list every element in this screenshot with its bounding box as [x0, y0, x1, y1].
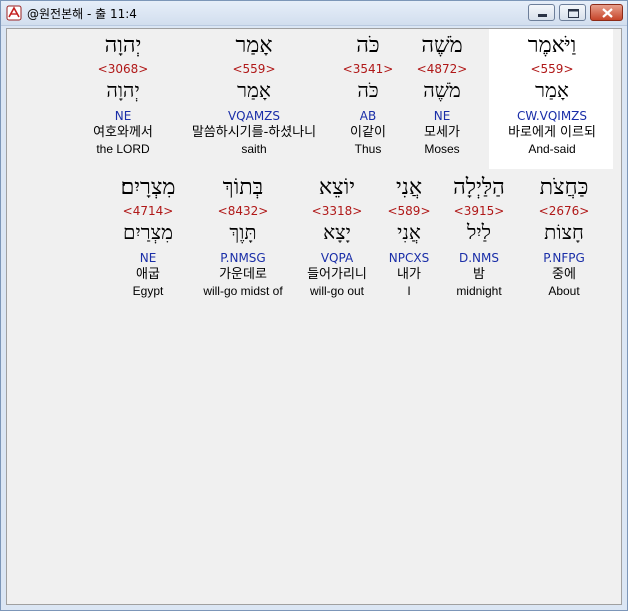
english-gloss: Egypt [132, 284, 164, 298]
minimize-button[interactable] [528, 4, 555, 21]
interlinear-view[interactable]: וַיֹּאמֶר <559> אָמַר CW.VQIMZS 바로에게 이르되… [6, 28, 622, 605]
word-cell-1-4[interactable]: אָמַר <559> אָמַר VQAMZS 말씀하시기를-하셨나니 sai… [189, 33, 319, 157]
close-button[interactable] [590, 4, 623, 21]
english-gloss: the LORD [96, 142, 150, 156]
hebrew-word: כֹּה [356, 33, 380, 58]
hebrew-word: אָמַר [235, 33, 273, 58]
lexical-form: יְהוָה [106, 78, 140, 102]
morphology-code: NE [139, 251, 157, 265]
morphology-code: AB [359, 109, 377, 123]
app-logo-icon [6, 5, 22, 21]
app-window: @원전본해 - 출 11:4 וַיֹּאמֶר <559> אָמַר CW.… [0, 0, 628, 611]
morphology-code: NE [114, 109, 132, 123]
korean-gloss: 여호와께서 [93, 125, 153, 140]
lexical-form: אָמַר [237, 78, 271, 102]
english-gloss: saith [241, 142, 267, 156]
title-bar[interactable]: @원전본해 - 출 11:4 [1, 1, 627, 26]
lexical-form: כֹּה [357, 78, 379, 102]
word-cell-2-6[interactable]: מִצְרָיִם׃ <4714> מִצְרַיִם NE 애굽 Egypt [83, 175, 213, 299]
maximize-icon [568, 9, 579, 18]
lexical-form: מִצְרַיִם [123, 220, 173, 244]
maximize-button[interactable] [559, 4, 586, 21]
window-title: @원전본해 - 출 11:4 [27, 7, 137, 21]
strong-number: <4714> [122, 204, 174, 218]
hebrew-word: יְהוָה [104, 33, 142, 58]
close-icon [602, 8, 613, 18]
morphology-code: VQAMZS [227, 109, 281, 123]
strong-number: <3068> [97, 62, 149, 76]
korean-gloss: 이같이 [350, 125, 386, 140]
hebrew-word: מִצְרָיִם׃ [120, 175, 176, 200]
word-cell-1-5[interactable]: יְהוָה <3068> יְהוָה NE 여호와께서 the LORD [58, 33, 188, 157]
minimize-icon [538, 14, 547, 17]
korean-gloss: 말씀하시기를-하셨나니 [191, 125, 317, 140]
strong-number: <559> [232, 62, 276, 76]
strong-number: <3541> [342, 62, 394, 76]
word-cell-1-3[interactable]: כֹּה <3541> כֹּה AB 이같이 Thus [303, 33, 433, 157]
english-gloss: Thus [354, 142, 382, 156]
korean-gloss: 애굽 [136, 267, 160, 282]
